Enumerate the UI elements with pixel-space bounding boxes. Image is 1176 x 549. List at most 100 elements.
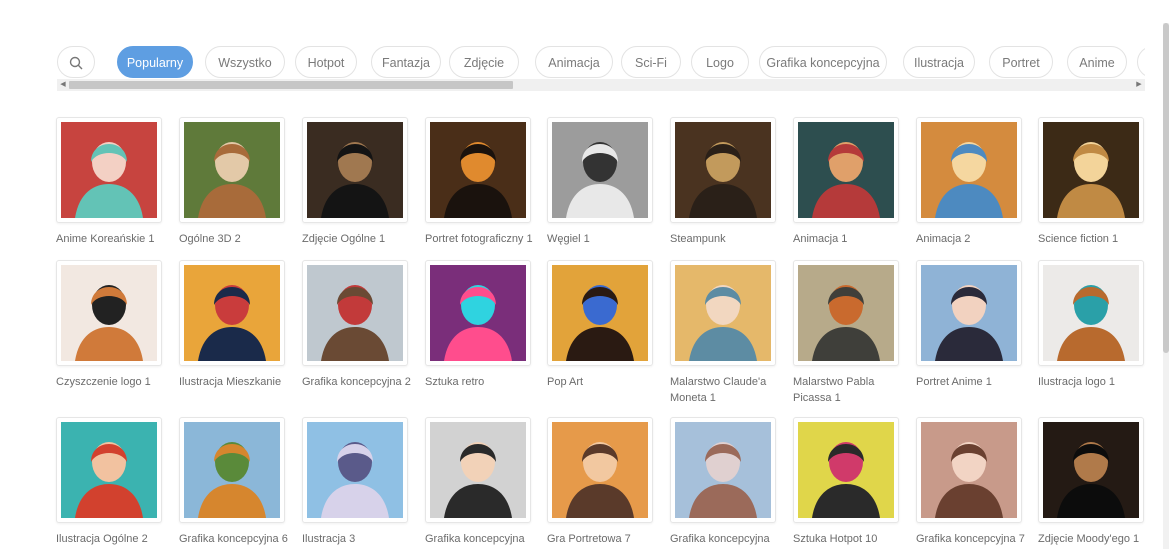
category-chip-10[interactable]: Portret — [989, 46, 1053, 78]
thumbnail-image — [184, 422, 280, 518]
category-chip-6[interactable]: Sci-Fi — [621, 46, 681, 78]
style-thumbnail[interactable] — [179, 117, 285, 223]
style-thumbnail[interactable] — [670, 117, 776, 223]
category-chip-7[interactable]: Logo — [691, 46, 749, 78]
thumbnail-image — [184, 265, 280, 361]
style-thumbnail[interactable] — [179, 417, 285, 523]
style-thumbnail[interactable] — [793, 117, 899, 223]
style-card[interactable]: Pop Art — [547, 260, 655, 390]
style-thumbnail[interactable] — [916, 417, 1022, 523]
style-label: Steampunk — [670, 233, 726, 245]
style-card[interactable]: Węgiel 1 — [547, 117, 655, 247]
style-thumbnail[interactable] — [302, 417, 408, 523]
thumbnail-image — [552, 265, 648, 361]
style-card[interactable]: Ilustracja Mieszkanie — [179, 260, 287, 390]
style-thumbnail[interactable] — [547, 417, 653, 523]
style-card[interactable]: Malarstwo Claude'a Moneta 1 — [670, 260, 778, 406]
style-thumbnail[interactable] — [425, 417, 531, 523]
category-chip-8[interactable]: Grafika koncepcyjna — [759, 46, 887, 78]
category-chip-5[interactable]: Animacja — [535, 46, 613, 78]
page-scrollbar[interactable] — [1163, 23, 1169, 549]
style-card[interactable]: Zdjęcie Ogólne 1 — [302, 117, 410, 247]
category-scrollbar[interactable]: ◀ ▶ — [57, 79, 1145, 91]
style-label: Animacja 2 — [916, 233, 971, 245]
style-card[interactable]: Animacja 2 — [916, 117, 1024, 247]
style-label: Grafika koncepcyjna 6 — [179, 533, 288, 545]
style-card[interactable]: Portret Anime 1 — [916, 260, 1024, 390]
style-thumbnail[interactable] — [547, 260, 653, 366]
style-card[interactable]: Grafika koncepcyjna — [670, 417, 778, 547]
style-thumbnail[interactable] — [670, 260, 776, 366]
style-card[interactable]: Ogólne 3D 2 — [179, 117, 287, 247]
style-label: Anime Koreańskie 1 — [56, 233, 155, 245]
style-thumbnail[interactable] — [793, 260, 899, 366]
style-thumbnail[interactable] — [56, 260, 162, 366]
style-card[interactable]: Malarstwo Pabla Picassa 1 — [793, 260, 901, 406]
thumbnail-image — [675, 422, 771, 518]
category-chip-9[interactable]: Ilustracja — [903, 46, 975, 78]
category-chip-3[interactable]: Fantazja — [371, 46, 441, 78]
style-thumbnail[interactable] — [56, 117, 162, 223]
category-chip-2[interactable]: Hotpot — [295, 46, 357, 78]
style-card[interactable]: Grafika koncepcyjna — [425, 417, 533, 547]
style-card[interactable]: Science fiction 1 — [1038, 117, 1146, 247]
category-chip-11[interactable]: Anime — [1067, 46, 1127, 78]
style-card[interactable]: Ilustracja Ogólne 2 — [56, 417, 164, 547]
style-thumbnail[interactable] — [1038, 117, 1144, 223]
style-thumbnail[interactable] — [670, 417, 776, 523]
thumbnail-image — [307, 422, 403, 518]
style-card[interactable]: Animacja 1 — [793, 117, 901, 247]
style-card[interactable]: Steampunk — [670, 117, 778, 247]
category-chip-0[interactable]: Popularny — [117, 46, 193, 78]
style-label: Czyszczenie logo 1 — [56, 376, 151, 388]
style-card[interactable]: Zdjęcie Moody'ego 1 — [1038, 417, 1146, 547]
style-thumbnail[interactable] — [547, 117, 653, 223]
style-label: Zdjęcie Ogólne 1 — [302, 233, 386, 245]
thumbnail-image — [798, 265, 894, 361]
thumbnail-image — [430, 265, 526, 361]
category-chip-partial[interactable] — [1137, 46, 1145, 78]
style-thumbnail[interactable] — [1038, 417, 1144, 523]
style-thumbnail[interactable] — [302, 117, 408, 223]
style-thumbnail[interactable] — [425, 260, 531, 366]
thumbnail-image — [307, 122, 403, 218]
style-card[interactable]: Portret fotograficzny 1 — [425, 117, 533, 247]
style-card[interactable]: Grafika koncepcyjna 7 — [916, 417, 1025, 547]
style-thumbnail[interactable] — [56, 417, 162, 523]
style-card[interactable]: Grafika koncepcyjna 6 — [179, 417, 288, 547]
style-label: Sztuka Hotpot 10 — [793, 533, 878, 545]
style-thumbnail[interactable] — [916, 117, 1022, 223]
style-card[interactable]: Czyszczenie logo 1 — [56, 260, 164, 390]
style-card[interactable]: Ilustracja logo 1 — [1038, 260, 1146, 390]
page-scrollbar-thumb[interactable] — [1163, 23, 1169, 353]
style-thumbnail[interactable] — [425, 117, 531, 223]
style-card[interactable]: Ilustracja 3 — [302, 417, 410, 547]
style-card[interactable]: Grafika koncepcyjna 2 — [302, 260, 411, 390]
scrollbar-thumb[interactable] — [69, 81, 513, 89]
thumbnail-image — [675, 122, 771, 218]
category-chip-1[interactable]: Wszystko — [205, 46, 285, 78]
scroll-left-arrow[interactable]: ◀ — [57, 79, 69, 91]
thumbnail-image — [798, 422, 894, 518]
style-label: Portret Anime 1 — [916, 376, 992, 388]
style-thumbnail[interactable] — [916, 260, 1022, 366]
style-thumbnail[interactable] — [793, 417, 899, 523]
style-thumbnail[interactable] — [1038, 260, 1144, 366]
style-thumbnail[interactable] — [302, 260, 408, 366]
gallery-panel: Popularny Wszystko Hotpot Fantazja Zdjęcie An… — [7, 7, 1169, 549]
scroll-right-arrow[interactable]: ▶ — [1133, 79, 1145, 91]
style-label: Grafika koncepcyjna 2 — [302, 376, 411, 388]
style-card[interactable]: Sztuka retro — [425, 260, 533, 390]
style-card[interactable]: Anime Koreańskie 1 — [56, 117, 164, 247]
category-filter-bar: Popularny Wszystko Hotpot Fantazja Zdjęcie An… — [57, 46, 1145, 80]
thumbnail-image — [921, 422, 1017, 518]
search-button[interactable] — [57, 46, 95, 78]
style-label: Ogólne 3D 2 — [179, 233, 241, 245]
category-chip-4[interactable]: Zdjęcie — [449, 46, 519, 78]
style-card[interactable]: Sztuka Hotpot 10 — [793, 417, 901, 547]
style-label: Sztuka retro — [425, 376, 485, 388]
thumbnail-image — [552, 422, 648, 518]
style-card[interactable]: Gra Portretowa 7 — [547, 417, 655, 547]
style-thumbnail[interactable] — [179, 260, 285, 366]
style-label: Zdjęcie Moody'ego 1 — [1038, 533, 1140, 545]
